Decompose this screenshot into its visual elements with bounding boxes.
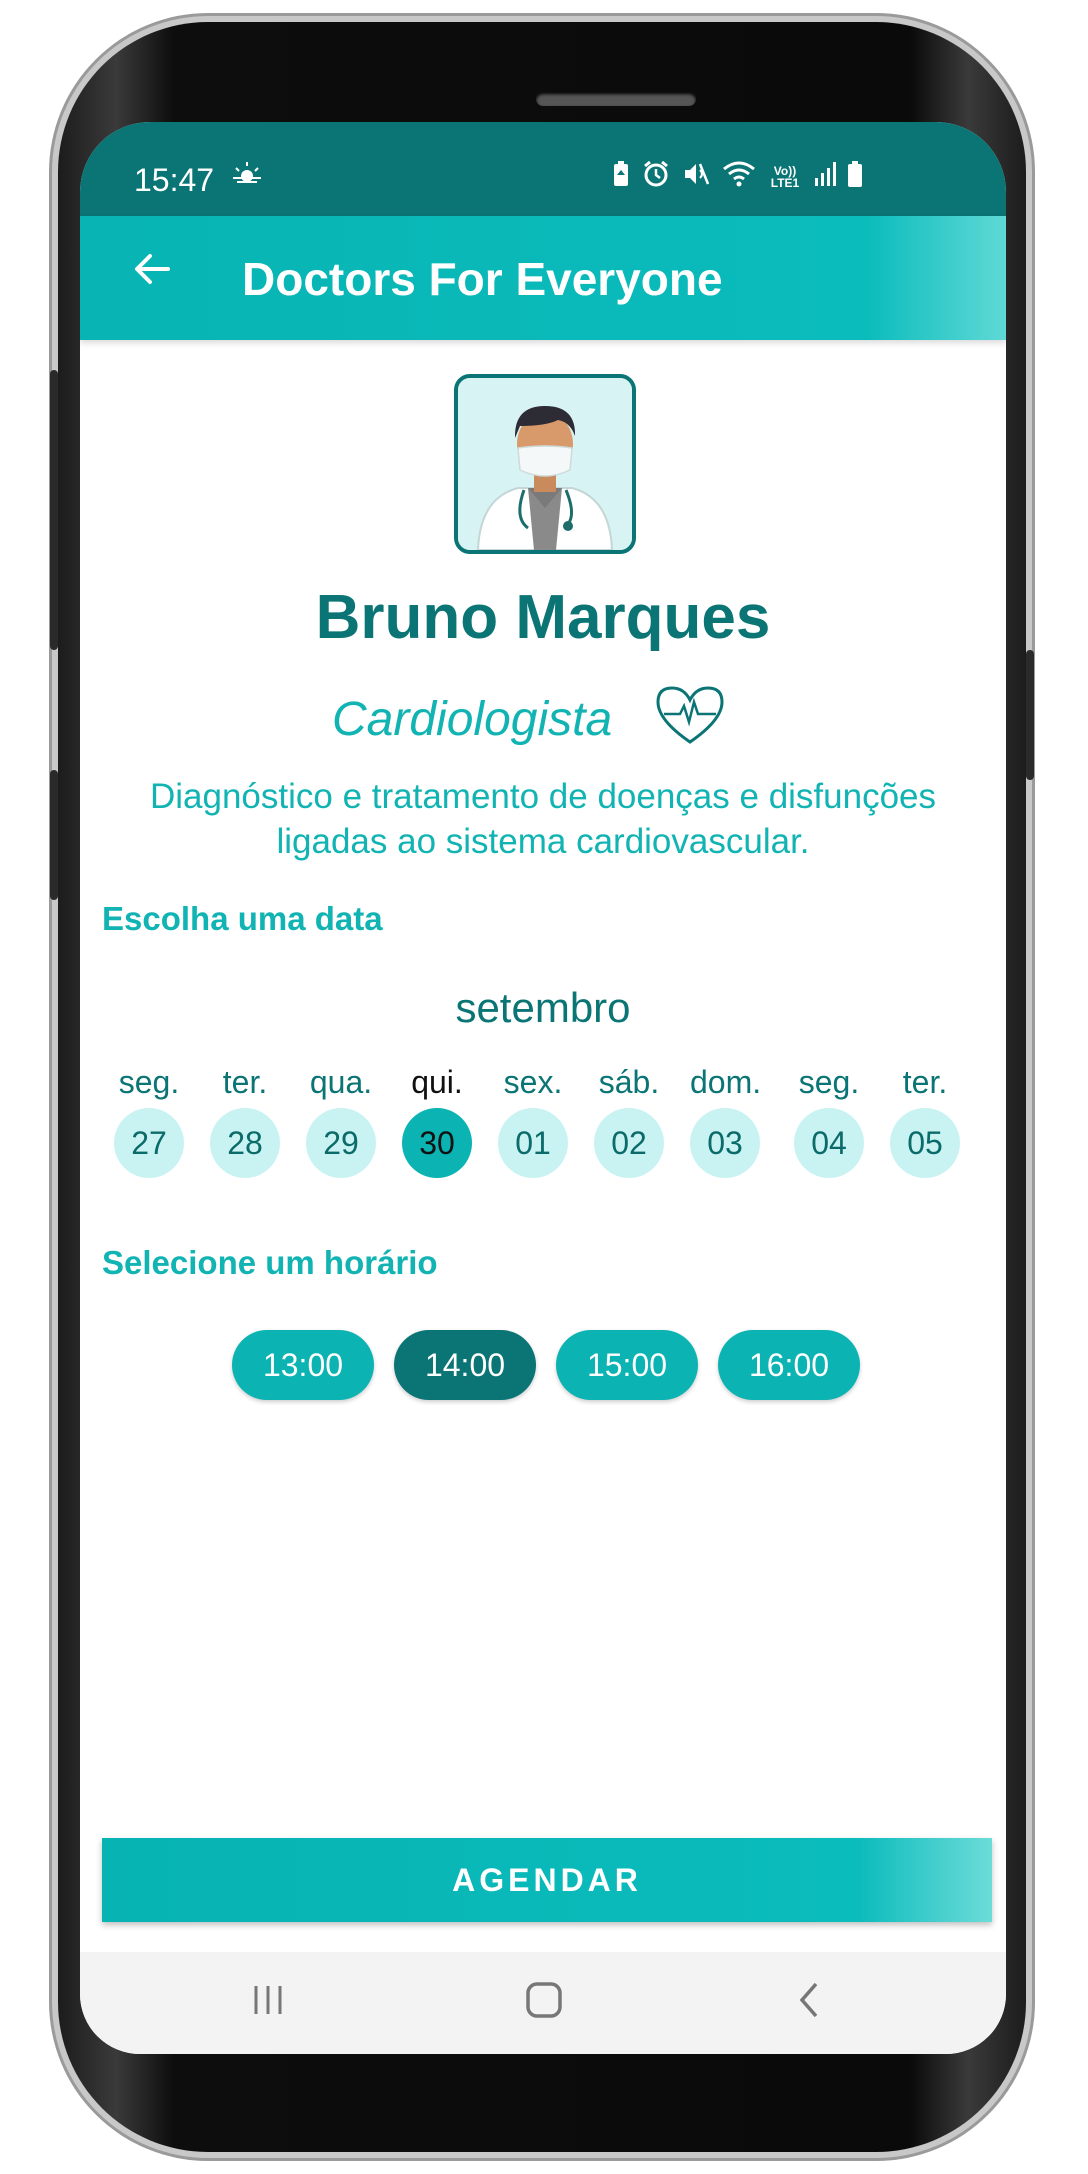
doctor-name: Bruno Marques — [315, 583, 771, 652]
time-slot-button[interactable]: 15:00 — [556, 1330, 698, 1400]
day-item[interactable]: ter. 28 — [210, 1064, 280, 1178]
day-weekday: sex. — [503, 1064, 563, 1100]
volume-button — [50, 370, 58, 650]
book-button[interactable]: AGENDAR — [102, 1838, 992, 1922]
day-date[interactable]: 05 — [890, 1108, 960, 1178]
day-date[interactable]: 04 — [794, 1108, 864, 1178]
status-icons: Vo)) LTE1 — [612, 160, 862, 193]
date-section-title: Escolha uma data — [102, 900, 383, 938]
day-item[interactable]: sex. 01 — [498, 1064, 568, 1178]
day-date[interactable]: 01 — [498, 1108, 568, 1178]
status-time: 15:47 — [134, 162, 215, 198]
day-item[interactable]: seg. 04 — [794, 1064, 864, 1178]
signal-icon — [814, 162, 836, 191]
day-date[interactable]: 30 — [402, 1108, 472, 1178]
day-item[interactable]: ter. 05 — [890, 1064, 960, 1178]
day-item[interactable]: sáb. 02 — [594, 1064, 664, 1178]
time-section-title: Selecione um horário — [102, 1244, 438, 1282]
app-title: Doctors For Everyone — [242, 253, 723, 305]
month-label: setembro — [455, 984, 631, 1031]
arrow-left-icon[interactable] — [122, 244, 182, 304]
power-button — [1026, 650, 1034, 780]
day-date[interactable]: 28 — [210, 1108, 280, 1178]
heart-pulse-icon — [654, 684, 726, 746]
date-section-title-text: Escolha uma data — [102, 900, 383, 937]
battery-icon — [848, 161, 862, 192]
bixby-button — [50, 770, 58, 900]
specialty-description: Diagnóstico e tratamento de doenças e di… — [149, 777, 937, 861]
day-date[interactable]: 03 — [690, 1108, 760, 1178]
wifi-icon — [722, 161, 756, 192]
earpiece-speaker — [536, 92, 696, 106]
day-weekday: qua. — [309, 1064, 373, 1100]
mute-icon — [682, 160, 710, 193]
time-slot-button[interactable]: 13:00 — [232, 1330, 374, 1400]
day-item[interactable]: dom. 03 — [690, 1064, 762, 1178]
day-date[interactable]: 02 — [594, 1108, 664, 1178]
day-weekday: ter. — [222, 1064, 268, 1100]
volte-icon: Vo)) LTE1 — [770, 163, 800, 190]
time-slot-button[interactable]: 16:00 — [718, 1330, 860, 1400]
doctor-avatar-icon — [454, 374, 636, 554]
time-section-title-text: Selecione um horário — [102, 1244, 438, 1281]
day-item[interactable]: seg. 27 — [114, 1064, 184, 1178]
home-icon[interactable] — [504, 1970, 584, 2030]
alarm-icon — [642, 160, 670, 193]
day-item[interactable]: qui. 30 — [402, 1064, 472, 1178]
day-weekday: dom. — [690, 1064, 762, 1100]
doctor-specialty: Cardiologista — [332, 693, 613, 746]
day-item[interactable]: qua. 29 — [306, 1064, 376, 1178]
day-date[interactable]: 29 — [306, 1108, 376, 1178]
system-nav-bar — [80, 1952, 1006, 2054]
day-weekday: qui. — [411, 1064, 463, 1100]
day-weekday: sáb. — [598, 1064, 660, 1100]
app-bar: Doctors For Everyone — [80, 216, 1006, 340]
day-weekday: seg. — [118, 1064, 180, 1100]
sun-cloud-icon — [232, 160, 262, 193]
time-slot-button[interactable]: 14:00 — [394, 1330, 536, 1400]
battery-saver-icon — [612, 161, 630, 192]
app-screen: 15:47 Vo)) LTE1 Doctors For Everyone Bru… — [80, 122, 1006, 2054]
status-bar: 15:47 Vo)) LTE1 — [80, 122, 1006, 216]
day-weekday: seg. — [798, 1064, 860, 1100]
day-weekday: ter. — [902, 1064, 948, 1100]
day-date[interactable]: 27 — [114, 1108, 184, 1178]
recent-apps-icon[interactable] — [228, 1970, 308, 2030]
back-icon[interactable] — [770, 1970, 850, 2030]
